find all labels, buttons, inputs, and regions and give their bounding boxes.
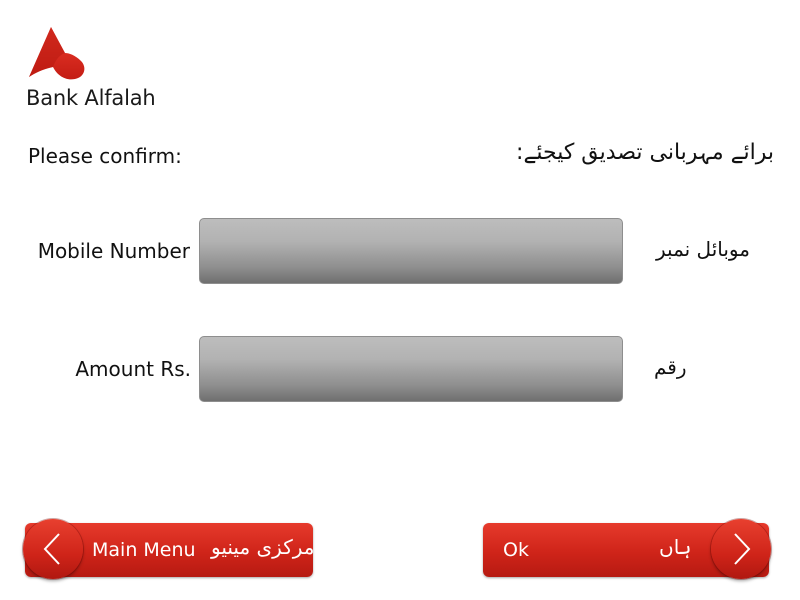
confirm-prompt-en: Please confirm:: [28, 144, 182, 168]
main-menu-button[interactable]: Main Menu مرکزی مینیو: [23, 519, 315, 579]
mobile-number-label-ur: موبائل نمبر: [656, 237, 750, 261]
bank-name: Bank Alfalah: [26, 86, 156, 110]
ok-button[interactable]: Ok ہاں: [483, 519, 771, 579]
confirm-prompt-ur: برائے مہربانی تصدیق کیجئے:: [516, 140, 774, 165]
main-menu-label-ur: مرکزی مینیو: [211, 535, 315, 559]
main-menu-circle[interactable]: [23, 519, 83, 579]
bank-logo: Bank Alfalah: [22, 25, 182, 115]
mobile-number-field: [199, 218, 623, 284]
ok-label-ur: ہاں: [659, 535, 692, 559]
ok-circle[interactable]: [711, 519, 771, 579]
chevron-left-icon: [43, 533, 60, 565]
ok-label-en: Ok: [503, 539, 529, 561]
atm-confirm-screen: Bank Alfalah Please confirm: برائے مہربا…: [0, 0, 800, 600]
amount-label-ur: رقم: [654, 355, 687, 379]
alfalah-logo-mark-icon: [29, 27, 85, 80]
amount-field: [199, 336, 623, 402]
amount-label: Amount Rs.: [75, 357, 191, 381]
mobile-number-label: Mobile Number: [37, 239, 190, 263]
chevron-right-icon: [734, 533, 751, 565]
main-menu-label-en: Main Menu: [92, 539, 196, 561]
